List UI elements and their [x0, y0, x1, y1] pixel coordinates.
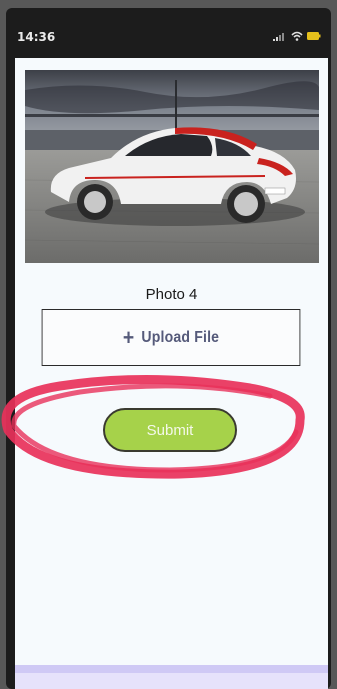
- battery-icon: [307, 32, 321, 40]
- plus-icon: +: [122, 324, 135, 350]
- signal-icon: [273, 33, 284, 41]
- car-photo: [25, 70, 319, 263]
- status-time: 14:36: [17, 30, 56, 44]
- photo-label: Photo 4: [145, 286, 198, 303]
- bottom-bar-inner: [15, 673, 328, 689]
- bottom-bar: [15, 665, 328, 689]
- status-bar: 14:36: [6, 18, 331, 58]
- upload-file-label: Upload File: [141, 328, 220, 346]
- submit-button[interactable]: Submit: [103, 408, 237, 452]
- submit-label: Submit: [146, 421, 194, 439]
- upload-file-button[interactable]: + Upload File: [41, 309, 301, 366]
- wifi-icon: [291, 31, 303, 41]
- app-screen: Photo 4 + Upload File Submit: [15, 58, 328, 689]
